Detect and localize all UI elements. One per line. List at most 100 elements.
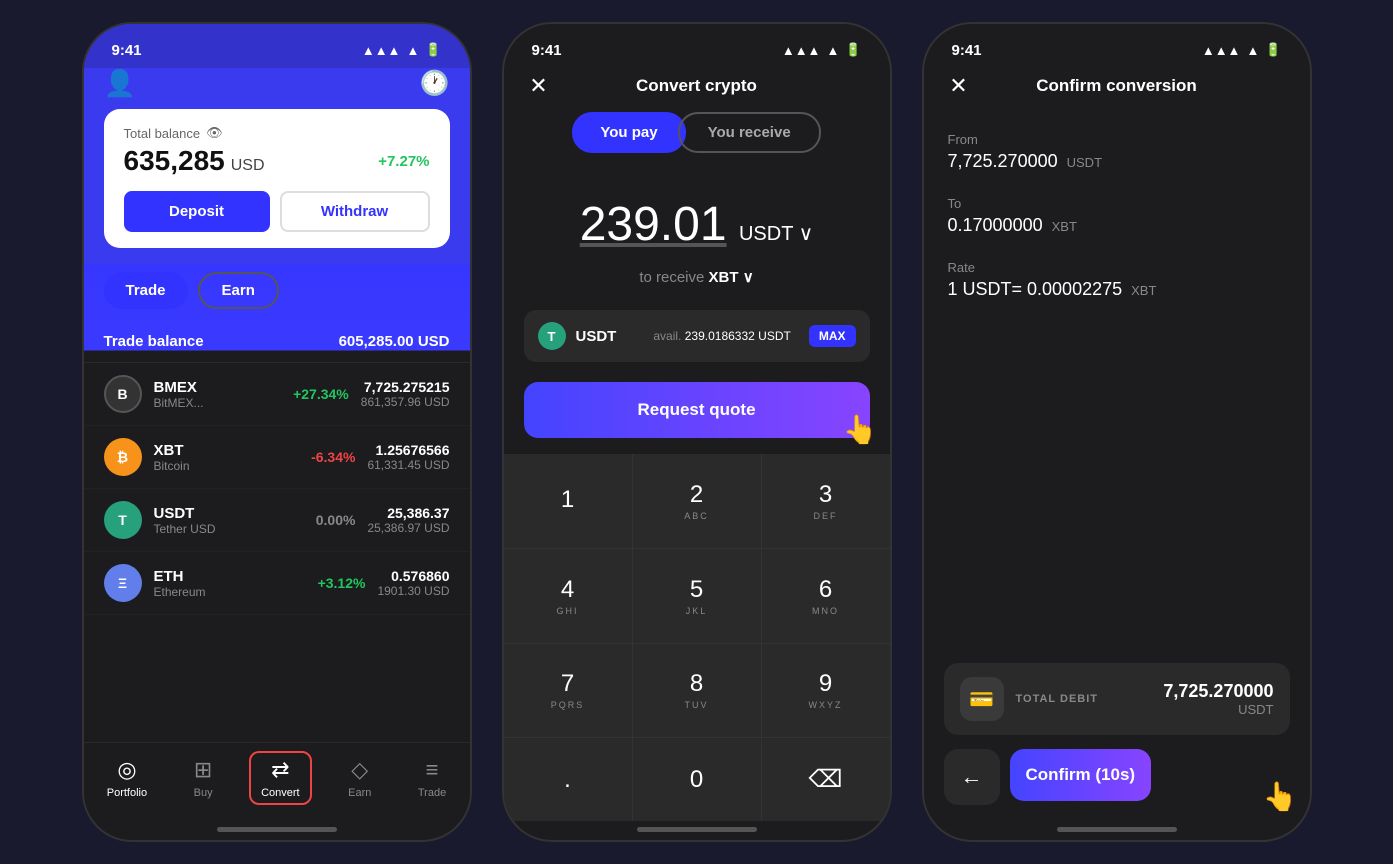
key-6[interactable]: 6MNO — [762, 549, 890, 643]
bmex-amounts: 7,725.275215 861,357.96 USD — [361, 379, 450, 409]
key-8[interactable]: 8TUV — [633, 644, 761, 738]
key-0[interactable]: 0 — [633, 738, 761, 821]
xbt-amounts: 1.25676566 61,331.45 USD — [367, 442, 449, 472]
withdraw-button[interactable]: Withdraw — [280, 191, 430, 232]
eth-icon: Ξ — [104, 564, 142, 602]
profile-icon[interactable]: 👤 — [104, 68, 136, 99]
confirm-button-container: Confirm (10s) 👆 — [1010, 749, 1290, 805]
back-button[interactable]: ← — [944, 749, 1000, 805]
nav-convert[interactable]: ⇄ Convert — [249, 751, 312, 805]
convert-amount-value: 239.01 — [580, 198, 727, 251]
key-3[interactable]: 3DEF — [762, 454, 890, 548]
usdt-name: Tether USD — [154, 522, 304, 536]
key-2[interactable]: 2ABC — [633, 454, 761, 548]
usdt-row: T USDT avail. 239.0186332 USDT MAX — [524, 310, 870, 362]
confirm-cursor-hand-icon: 👆 — [1263, 780, 1298, 813]
asset-row-bmex[interactable]: B BMEX BitMEX... +27.34% 7,725.275215 86… — [84, 363, 470, 426]
confirm-modal-header: ✕ Confirm conversion — [924, 68, 1310, 112]
eye-icon: 👁 — [206, 125, 223, 141]
close-button[interactable]: ✕ — [524, 71, 554, 101]
key-5[interactable]: 5JKL — [633, 549, 761, 643]
convert-currency: USDT ∨ — [739, 223, 813, 245]
portfolio-nav-label: Portfolio — [107, 787, 147, 799]
balance-card: Total balance 👁 635,285 USD +7.27% Depos… — [104, 109, 450, 248]
to-label: To — [948, 196, 1286, 211]
asset-row-xbt[interactable]: ₿ XBT Bitcoin -6.34% 1.25676566 61,331.4… — [84, 426, 470, 489]
confirm-bottom: 💳 TOTAL DEBIT 7,725.270000 USDT ← Confir… — [924, 647, 1310, 821]
confirm-close-button[interactable]: ✕ — [944, 71, 974, 101]
usdt-info: USDT Tether USD — [154, 505, 304, 536]
key-backspace[interactable]: ⌫ — [762, 738, 890, 821]
portfolio-header: 👤 🕐 — [84, 68, 470, 109]
xbt-symbol: XBT — [154, 442, 300, 459]
history-icon[interactable]: 🕐 — [420, 69, 450, 98]
nav-portfolio[interactable]: ◎ Portfolio — [97, 753, 157, 803]
nav-trade[interactable]: ≡ Trade — [408, 753, 456, 803]
usdt-change: 0.00% — [316, 512, 356, 528]
key-1[interactable]: 1 — [504, 454, 632, 548]
rate-field: Rate 1 USDT= 0.00002275 XBT — [948, 260, 1286, 300]
confirm-details: From 7,725.270000 USDT To 0.17000000 XBT… — [924, 112, 1310, 647]
status-time-2: 9:41 — [532, 42, 562, 59]
earn-tab[interactable]: Earn — [198, 272, 279, 309]
to-field: To 0.17000000 XBT — [948, 196, 1286, 236]
eth-change: +3.12% — [318, 575, 366, 591]
numpad: 1 2ABC 3DEF 4GHI 5JKL 6MNO 7PQRS 8TUV 9W… — [504, 454, 890, 821]
key-7[interactable]: 7PQRS — [504, 644, 632, 738]
status-icons-1: ▲▲▲ ▲ 🔋 — [362, 42, 442, 58]
phone-3: 9:41 ▲▲▲ ▲ 🔋 ✕ Confirm conversion From 7… — [922, 22, 1312, 842]
bmex-info: BMEX BitMEX... — [154, 379, 282, 410]
eth-amounts: 0.576860 1901.30 USD — [377, 568, 449, 598]
eth-amount: 0.576860 — [377, 568, 449, 584]
home-indicator-2 — [637, 827, 757, 832]
phone-content-1: Trade Earn Trade balance 605,285.00 USD … — [84, 264, 470, 840]
status-time-3: 9:41 — [952, 42, 982, 59]
usdt-icon: T — [104, 501, 142, 539]
trade-nav-icon: ≡ — [426, 757, 439, 783]
avail-text: avail. 239.0186332 USDT — [653, 329, 790, 343]
portfolio-nav-icon: ◎ — [117, 757, 136, 783]
bmex-icon: B — [104, 375, 142, 413]
confirm-button[interactable]: Confirm (10s) — [1010, 749, 1152, 801]
balance-label: Total balance 👁 — [124, 125, 430, 141]
xbt-info: XBT Bitcoin — [154, 442, 300, 473]
request-quote-button[interactable]: Request quote — [524, 382, 870, 438]
earn-nav-icon: ◇ — [351, 757, 368, 783]
confirm-buttons: ← Confirm (10s) 👆 — [944, 749, 1290, 805]
home-indicator-1 — [217, 827, 337, 832]
trade-nav-label: Trade — [418, 787, 446, 799]
key-4[interactable]: 4GHI — [504, 549, 632, 643]
rate-label: Rate — [948, 260, 1286, 275]
bmex-usd: 861,357.96 USD — [361, 395, 450, 409]
receive-label: to receive XBT ∨ — [504, 260, 890, 310]
key-9[interactable]: 9WXYZ — [762, 644, 890, 738]
balance-change: +7.27% — [378, 153, 429, 170]
trade-balance-label: Trade balance — [104, 333, 204, 350]
balance-amount: 635,285 USD — [124, 145, 265, 177]
xbt-usd: 61,331.45 USD — [367, 458, 449, 472]
usdt-coin-icon: T — [538, 322, 566, 350]
eth-usd: 1901.30 USD — [377, 584, 449, 598]
asset-row-eth[interactable]: Ξ ETH Ethereum +3.12% 0.576860 1901.30 U… — [84, 552, 470, 615]
earn-nav-label: Earn — [348, 787, 371, 799]
bmex-amount: 7,725.275215 — [361, 379, 450, 395]
avail-amount: 239.0186332 USDT — [685, 329, 791, 343]
you-receive-tab[interactable]: You receive — [678, 112, 821, 153]
phone-1: 9:41 ▲▲▲ ▲ 🔋 👤 🕐 Total balance 👁 635,285… — [82, 22, 472, 842]
deposit-button[interactable]: Deposit — [124, 191, 270, 232]
nav-buy[interactable]: ⊞ Buy — [184, 753, 223, 803]
total-debit-label: TOTAL DEBIT — [1016, 693, 1152, 705]
you-pay-tab[interactable]: You pay — [572, 112, 685, 153]
key-dot[interactable]: . — [504, 738, 632, 821]
debit-info: TOTAL DEBIT — [1016, 693, 1152, 705]
convert-nav-icon: ⇄ — [271, 757, 289, 783]
asset-row-usdt[interactable]: T USDT Tether USD 0.00% 25,386.37 25,386… — [84, 489, 470, 552]
trade-tab[interactable]: Trade — [104, 272, 188, 309]
usdt-label: USDT — [576, 328, 617, 345]
to-value: 0.17000000 XBT — [948, 215, 1286, 236]
nav-earn[interactable]: ◇ Earn — [338, 753, 381, 803]
bmex-change: +27.34% — [293, 386, 349, 402]
max-button[interactable]: MAX — [809, 325, 856, 347]
bottom-nav-1: ◎ Portfolio ⊞ Buy ⇄ Convert ◇ Earn ≡ Tra… — [84, 742, 470, 821]
status-icons-2: ▲▲▲ ▲ 🔋 — [782, 42, 862, 58]
